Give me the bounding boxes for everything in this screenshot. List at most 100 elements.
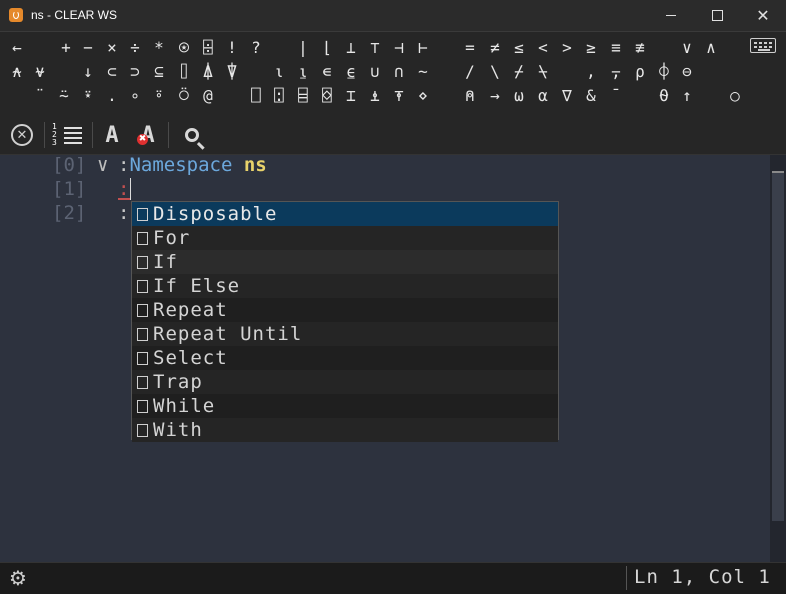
symbol-key[interactable]: ⍵	[508, 86, 530, 106]
symbol-key[interactable]: *	[148, 38, 170, 58]
symbol-key[interactable]: ∨	[676, 38, 698, 58]
autocomplete-item[interactable]: Repeat Until	[132, 322, 558, 346]
search-button[interactable]	[178, 121, 206, 149]
settings-gear-icon[interactable]: ⚙	[6, 566, 30, 590]
symbol-key[interactable]: ⌶	[340, 86, 362, 106]
symbol-key[interactable]: ⍨	[53, 86, 75, 106]
symbol-key[interactable]: ⊣	[388, 38, 410, 58]
close-window-button[interactable]: ✕	[740, 0, 786, 31]
symbol-key[interactable]: ⍴	[629, 62, 651, 82]
symbol-key[interactable]: ⍲	[6, 62, 28, 82]
autocomplete-item[interactable]: For	[132, 226, 558, 250]
symbol-key[interactable]: ⊃	[124, 62, 146, 82]
symbol-key[interactable]: ⌹	[197, 38, 219, 58]
symbol-key[interactable]: ⍪	[605, 62, 627, 82]
symbol-key[interactable]: ⍀	[532, 62, 554, 82]
symbol-key[interactable]: ¨	[29, 86, 51, 106]
autocomplete-button[interactable]: A	[100, 121, 124, 149]
symbol-key[interactable]: ⍺	[532, 86, 554, 106]
symbol-key[interactable]: ∪	[364, 62, 386, 82]
symbol-key[interactable]: ÷	[124, 38, 146, 58]
symbol-key[interactable]: ○	[724, 86, 746, 106]
symbol-key[interactable]: ∩	[388, 62, 410, 82]
symbol-key[interactable]: ⌽	[653, 62, 675, 82]
minimize-button[interactable]	[648, 0, 694, 31]
symbol-key[interactable]: ,	[580, 62, 602, 82]
symbol-key[interactable]: \	[484, 62, 506, 82]
symbol-key[interactable]: /	[459, 62, 481, 82]
symbol-key[interactable]: ∇	[556, 86, 578, 106]
symbol-key[interactable]: ¯	[605, 86, 627, 106]
symbol-key[interactable]: ×	[101, 38, 123, 58]
symbol-key[interactable]: ⊤	[364, 38, 386, 58]
symbol-key[interactable]: ⍬	[653, 86, 675, 106]
symbol-key[interactable]: ⌺	[316, 86, 338, 106]
symbol-key[interactable]: ⊖	[676, 62, 698, 82]
autocomplete-item[interactable]: Trap	[132, 370, 558, 394]
symbol-key[interactable]: ←	[6, 38, 28, 58]
symbol-key[interactable]: |	[292, 38, 314, 58]
symbol-key[interactable]: ⌿	[508, 62, 530, 82]
symbol-key[interactable]: ∘	[124, 86, 146, 106]
symbol-key[interactable]: ⍎	[364, 86, 386, 106]
symbol-key[interactable]: −	[77, 38, 99, 58]
autocomplete-item[interactable]: Disposable	[132, 202, 558, 226]
symbol-key[interactable]: ⍤	[148, 86, 170, 106]
symbol-key[interactable]: &	[580, 86, 602, 106]
symbol-key[interactable]: ⍷	[340, 62, 362, 82]
autocomplete-item[interactable]: Select	[132, 346, 558, 370]
line-numbers-button[interactable]: 1 2 3	[50, 121, 84, 149]
symbol-key[interactable]: ⍝	[459, 86, 481, 106]
symbol-key[interactable]: ⊢	[412, 38, 434, 58]
autocomplete-item[interactable]: With	[132, 418, 558, 442]
symbol-key[interactable]: .	[101, 86, 123, 106]
autocomplete-item[interactable]: Repeat	[132, 298, 558, 322]
symbol-key[interactable]: ≥	[580, 38, 602, 58]
fold-chevron-icon[interactable]: ∨	[97, 153, 108, 177]
symbol-key[interactable]: ⊂	[101, 62, 123, 82]
close-all-button[interactable]: ✕	[8, 121, 36, 149]
symbol-key[interactable]: ≢	[629, 38, 651, 58]
autocomplete-item[interactable]: If	[132, 250, 558, 274]
symbol-key[interactable]: ⍣	[77, 86, 99, 106]
maximize-button[interactable]	[694, 0, 740, 31]
symbol-key[interactable]: ⍥	[173, 86, 195, 106]
keyboard-icon[interactable]	[750, 38, 776, 53]
symbol-key[interactable]: ⌊	[316, 38, 338, 58]
symbol-key[interactable]: ⊆	[148, 62, 170, 82]
symbol-key[interactable]: ≤	[508, 38, 530, 58]
symbol-key[interactable]: ↓	[77, 62, 99, 82]
symbol-key[interactable]: ⌸	[292, 86, 314, 106]
symbol-key[interactable]: ⍠	[268, 86, 290, 106]
symbol-key[interactable]: ⍒	[221, 62, 243, 82]
symbol-key[interactable]: ⊥	[340, 38, 362, 58]
symbol-key[interactable]: ⍋	[197, 62, 219, 82]
symbol-key[interactable]: ⍳	[268, 62, 290, 82]
autocomplete-item[interactable]: While	[132, 394, 558, 418]
symbol-key[interactable]: ⍟	[173, 38, 195, 58]
symbol-key[interactable]: ↑	[676, 86, 698, 106]
symbol-key[interactable]: @	[197, 86, 219, 106]
symbol-key[interactable]: →	[484, 86, 506, 106]
symbol-key[interactable]: <	[532, 38, 554, 58]
symbol-key[interactable]: +	[55, 38, 77, 58]
symbol-key[interactable]: >	[556, 38, 578, 58]
symbol-key[interactable]: ∧	[700, 38, 722, 58]
snippet-icon	[137, 303, 148, 317]
symbol-key[interactable]: =	[459, 38, 481, 58]
symbol-key[interactable]: ≡	[605, 38, 627, 58]
scrollbar-thumb[interactable]	[772, 173, 784, 521]
symbol-key[interactable]: ≠	[484, 38, 506, 58]
symbol-key[interactable]: ⎕	[245, 86, 267, 106]
symbol-key[interactable]: ~	[412, 62, 434, 82]
symbol-key[interactable]: ?	[245, 38, 267, 58]
symbol-key[interactable]: !	[221, 38, 243, 58]
symbol-key[interactable]: ⌷	[173, 62, 195, 82]
symbol-key[interactable]: ⍱	[29, 62, 51, 82]
symbol-key[interactable]: ⍕	[388, 86, 410, 106]
autocomplete-item-label: Trap	[153, 371, 203, 393]
symbol-key[interactable]: ∊	[316, 62, 338, 82]
symbol-key[interactable]: ⋄	[412, 86, 434, 106]
autocomplete-item[interactable]: If Else	[132, 274, 558, 298]
symbol-key[interactable]: ⍸	[292, 62, 314, 82]
